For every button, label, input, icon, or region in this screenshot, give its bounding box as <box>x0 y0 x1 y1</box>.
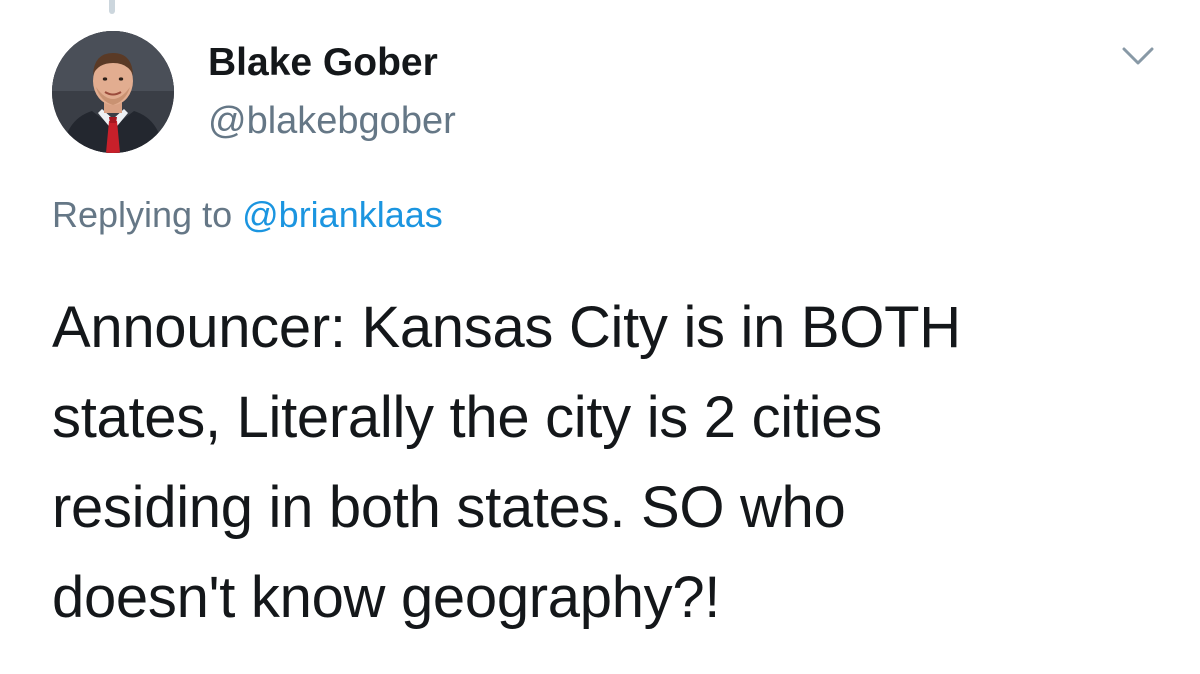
user-handle[interactable]: @blakebgober <box>208 98 456 144</box>
tweet-text-line: Announcer: Kansas City is in BOTH <box>52 295 961 360</box>
thread-connector-line <box>109 0 115 14</box>
tweet-header: Blake Gober @blakebgober <box>208 40 456 144</box>
avatar-photo-icon <box>52 31 174 153</box>
reply-mention-link[interactable]: @brianklaas <box>242 194 443 235</box>
chevron-down-icon[interactable] <box>1118 42 1158 70</box>
display-name[interactable]: Blake Gober <box>208 40 456 86</box>
tweet-text-line: doesn't know geography?! <box>52 565 721 630</box>
replying-to-label: Replying to <box>52 194 233 235</box>
tweet-text-line: residing in both states. SO who <box>52 475 846 540</box>
tweet-text: Announcer: Kansas City is in BOTH states… <box>52 283 1172 643</box>
avatar[interactable] <box>52 31 174 153</box>
tweet-text-line: states, Literally the city is 2 cities <box>52 385 882 450</box>
replying-to: Replying to @brianklaas <box>52 192 443 238</box>
